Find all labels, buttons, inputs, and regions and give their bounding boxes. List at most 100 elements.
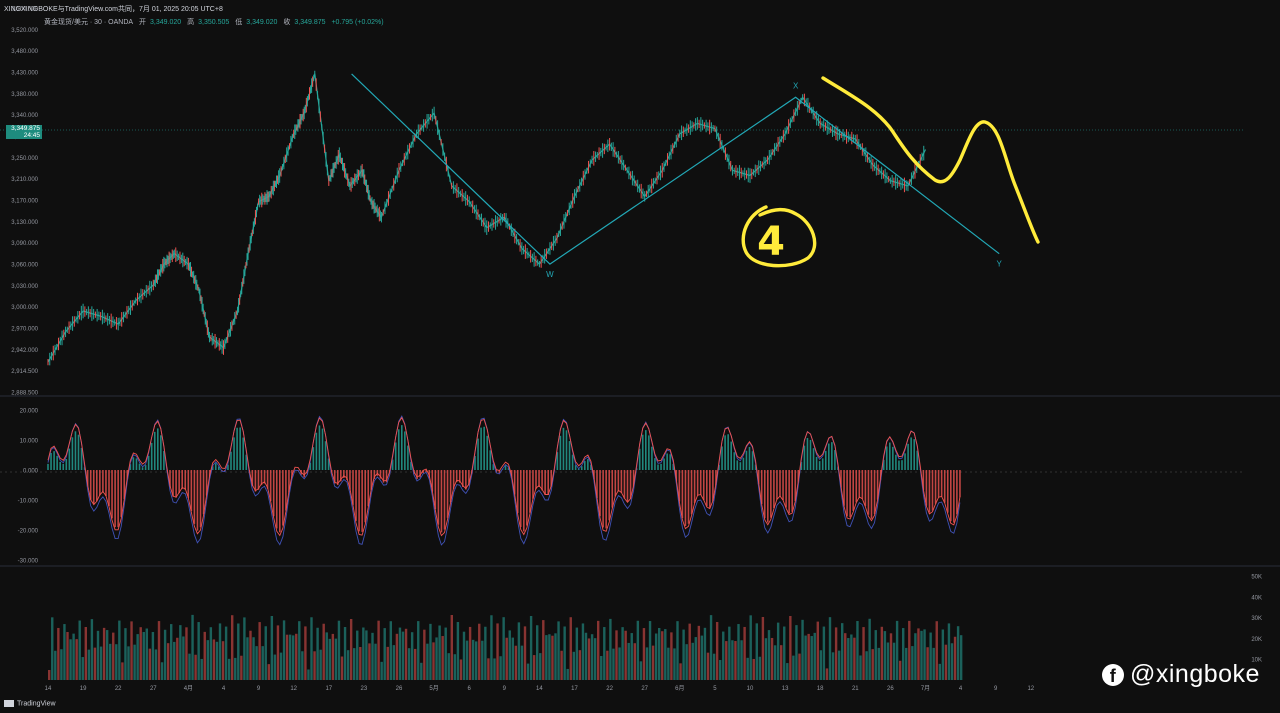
volume-bar (734, 641, 737, 680)
volume-bar (365, 630, 368, 680)
volume-bar (191, 614, 194, 680)
volume-bar (551, 635, 554, 680)
volume-bar (877, 647, 880, 680)
volume-bar (715, 622, 719, 680)
volume-bar (755, 623, 758, 680)
volume-bar (340, 656, 344, 680)
volume-bar (706, 652, 710, 680)
volume-bar (84, 627, 87, 680)
volume-bar (682, 629, 685, 680)
volume-bar (536, 625, 539, 680)
oscillator-tick-label: 10.000 (20, 439, 39, 445)
volume-bar (804, 635, 807, 680)
volume-bar (758, 656, 762, 680)
volume-bar (410, 632, 414, 680)
volume-bar (694, 637, 697, 680)
volume-bar (673, 648, 676, 680)
price-tick-label: 3,520.000 (11, 28, 38, 34)
volume-bar (959, 635, 963, 680)
volume-bar (227, 658, 231, 680)
volume-bar (603, 627, 606, 680)
volume-bar (386, 646, 389, 680)
volume-bar (112, 632, 115, 680)
volume-bar (908, 620, 911, 680)
volume-bar (898, 660, 902, 680)
volume-bar (612, 648, 615, 680)
volume-bar (426, 643, 429, 680)
volume-bar (816, 621, 819, 680)
low-value: 3,349.020 (246, 19, 278, 26)
volume-bar (648, 621, 652, 680)
tradingview-footer[interactable]: TradingView (4, 700, 56, 707)
volume-bar (215, 641, 219, 680)
volume-bar (606, 650, 609, 680)
volume-bar (237, 623, 240, 680)
open-label: 开 (139, 19, 147, 26)
volume-bar (481, 640, 484, 680)
volume-bar (563, 626, 566, 680)
volume-bar (514, 645, 518, 680)
volume-bar (837, 650, 841, 680)
volume-bar (362, 627, 365, 680)
volume-bar (285, 634, 289, 680)
volume-bar (654, 633, 658, 680)
volume-bar (542, 620, 545, 680)
volume-bar (557, 621, 560, 680)
volume-bar (145, 628, 148, 680)
volume-bar (475, 641, 478, 680)
price-tick-label: 3,380.000 (11, 92, 38, 98)
volume-bar (133, 644, 136, 680)
volume-bar (728, 626, 731, 680)
volume-bar (667, 647, 670, 680)
volume-bar (868, 618, 871, 680)
price-tick-label: 3,030.000 (11, 284, 38, 290)
volume-bar (240, 655, 243, 680)
oscillator-tick-label: -30.000 (18, 559, 39, 565)
volume-bar (69, 639, 72, 680)
volume-bar (688, 623, 691, 680)
volume-bar (700, 635, 704, 680)
volume-bar (182, 636, 185, 680)
symbol-legend[interactable]: 黄金现货/美元 · 30 · OANDA 开 3,349.020 高 3,350.5… (44, 17, 388, 27)
volume-bar (658, 627, 661, 680)
volume-bar (371, 632, 374, 680)
chart-canvas[interactable]: 3,560.0003,520.0003,480.0003,430.0003,38… (0, 0, 1280, 713)
volume-bar (767, 630, 771, 680)
volume-bar (850, 634, 853, 680)
volume-bar (798, 653, 801, 680)
volume-bar (529, 616, 533, 680)
volume-bar (511, 637, 514, 680)
volume-bar (725, 641, 728, 680)
volume-bar (218, 623, 222, 680)
volume-bar (630, 633, 633, 680)
volume-bar (764, 638, 768, 680)
volume-bar (627, 642, 630, 680)
price-tick-label: 3,090.000 (11, 241, 38, 247)
wave-label: X (793, 81, 799, 90)
volume-bar (697, 625, 701, 680)
volume-bar (197, 622, 200, 680)
volume-bar (401, 631, 405, 680)
time-tick-label: 26 (887, 686, 894, 692)
volume-bar (456, 622, 460, 680)
oscillator-tick-label: -20.000 (18, 529, 39, 535)
volume-bar (48, 670, 51, 680)
volume-bar (828, 617, 832, 680)
volume-bar (639, 661, 643, 680)
volume-bar (953, 636, 957, 680)
volume-bar (292, 635, 295, 680)
volume-bar (719, 660, 722, 680)
volume-bar (499, 656, 502, 680)
volume-bar (709, 615, 713, 680)
volume-bar (276, 625, 280, 680)
last-price-value: 3,349.875 (11, 125, 40, 132)
volume-bar (346, 650, 350, 680)
volume-bar (343, 627, 347, 680)
volume-bar (157, 621, 161, 680)
volume-bar (130, 621, 133, 680)
volume-bar (407, 648, 411, 680)
volume-bar (847, 638, 850, 680)
volume-bar (539, 653, 542, 680)
symbol-name: 黄金现货/美元 · 30 · OANDA (44, 19, 134, 26)
price-tick-label: 2,970.000 (11, 327, 38, 333)
